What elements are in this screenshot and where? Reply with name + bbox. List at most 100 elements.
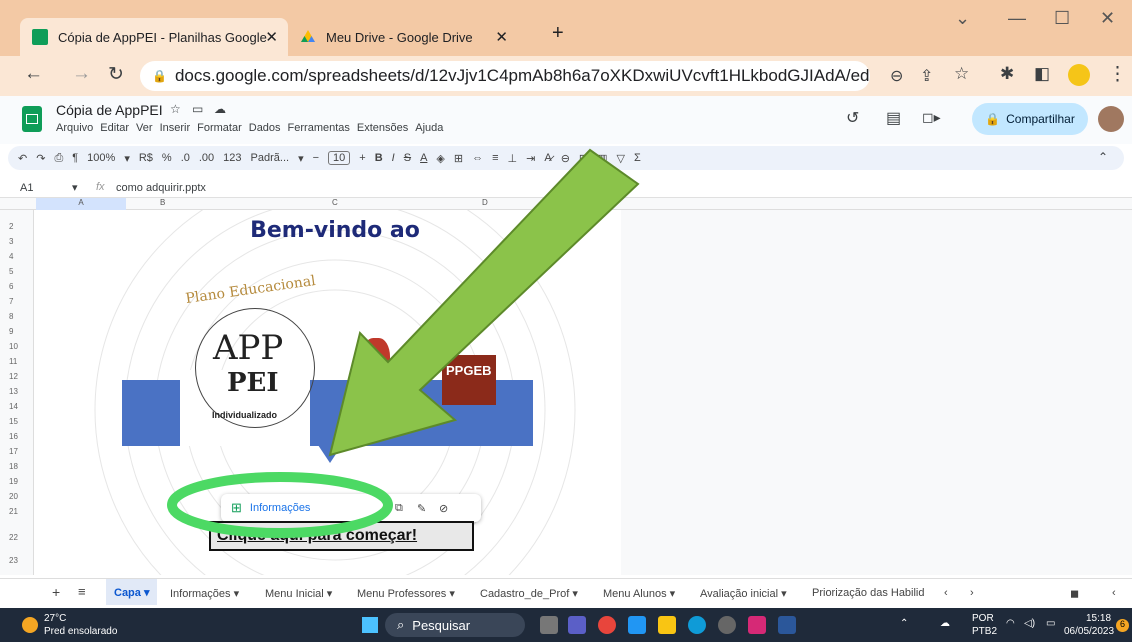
link-icon[interactable]: ⊖ xyxy=(561,152,570,165)
row-header[interactable]: 17 xyxy=(9,447,18,456)
increase-decimal-button[interactable]: .00 xyxy=(199,152,214,164)
sheet-tab-menu-inicial[interactable]: Menu Inicial ▾ xyxy=(265,587,332,600)
bold-icon[interactable]: B xyxy=(375,152,383,164)
browser-tab-sheets[interactable]: Cópia de AppPEI - Planilhas Google ✕ xyxy=(20,18,288,56)
scroll-left-icon[interactable]: ‹ xyxy=(944,587,948,599)
menu-formatar[interactable]: Formatar xyxy=(197,122,242,134)
menu-ver[interactable]: Ver xyxy=(136,122,153,134)
column-header-c[interactable]: C xyxy=(332,198,338,207)
sheets-logo-icon[interactable] xyxy=(22,106,42,132)
onedrive-icon[interactable]: ☁ xyxy=(940,618,950,629)
menu-ferramentas[interactable]: Ferramentas xyxy=(288,122,350,134)
zoom-icon[interactable]: ⊖ xyxy=(890,66,903,86)
row-header[interactable]: 14 xyxy=(9,402,18,411)
print-icon[interactable]: ⎙ xyxy=(54,152,63,165)
font-select[interactable]: Padrã... xyxy=(251,152,290,164)
tray-chevron-up-icon[interactable]: ⌃ xyxy=(900,618,908,629)
row-header[interactable]: 19 xyxy=(9,477,18,486)
sheet-tab-cadastro[interactable]: Cadastro_de_Prof ▾ xyxy=(480,587,578,600)
row-header[interactable]: 7 xyxy=(9,297,13,306)
address-bar[interactable]: 🔒 docs.google.com/spreadsheets/d/12vJjv1… xyxy=(140,61,870,91)
collapse-toolbar-icon[interactable]: ⌃ xyxy=(1098,150,1108,164)
row-header[interactable]: 22 xyxy=(9,533,18,542)
sheet-tab-menu-alunos[interactable]: Menu Alunos ▾ xyxy=(603,587,675,600)
row-header[interactable]: 13 xyxy=(9,387,18,396)
comments-icon[interactable]: ▤ xyxy=(886,108,901,128)
row-header[interactable]: 11 xyxy=(9,357,17,366)
chevron-down-icon[interactable]: ▾ xyxy=(72,181,78,194)
close-tab-icon[interactable]: ✕ xyxy=(495,28,508,46)
edit-link-icon[interactable]: ✎ xyxy=(417,502,426,515)
reload-icon[interactable]: ↻ xyxy=(108,63,124,86)
app-icon[interactable] xyxy=(628,616,646,634)
percent-button[interactable]: % xyxy=(162,152,172,164)
document-title[interactable]: Cópia de AppPEI xyxy=(56,102,163,118)
rotate-icon[interactable]: A̷ xyxy=(544,152,551,164)
sheet-tab-menu-professores[interactable]: Menu Professores ▾ xyxy=(357,587,455,600)
row-header[interactable]: 6 xyxy=(9,282,13,291)
browser-menu-icon[interactable]: ⋮ xyxy=(1108,63,1127,86)
browser-tab-drive[interactable]: Meu Drive - Google Drive ✕ xyxy=(288,18,538,56)
text-color-icon[interactable]: A xyxy=(420,152,427,164)
row-header[interactable]: 4 xyxy=(9,252,13,261)
align-icon[interactable]: ≡ xyxy=(492,152,498,164)
start-button[interactable]: Clique aqui para começar! xyxy=(209,521,474,551)
share-page-icon[interactable]: ⇪ xyxy=(920,66,933,86)
meet-icon[interactable]: ◻▸ xyxy=(922,109,941,126)
increase-font-icon[interactable]: + xyxy=(359,152,365,164)
add-sheet-icon[interactable]: + xyxy=(52,584,60,600)
copy-link-icon[interactable]: ⧉ xyxy=(395,502,403,515)
close-window-icon[interactable]: ✕ xyxy=(1100,8,1115,29)
share-button[interactable]: 🔒 Compartilhar xyxy=(972,103,1088,135)
sheet-tab-informacoes[interactable]: Informações ▾ xyxy=(170,587,239,600)
tab-search-icon[interactable]: ⌄ xyxy=(955,8,970,29)
menu-ajuda[interactable]: Ajuda xyxy=(415,122,443,134)
wifi-icon[interactable]: ◠ xyxy=(1006,618,1015,629)
row-header[interactable]: 10 xyxy=(9,342,18,351)
formula-input[interactable]: como adquirir.pptx xyxy=(116,182,206,194)
redo-icon[interactable]: ↷ xyxy=(36,152,45,165)
clock-time[interactable]: 15:18 xyxy=(1086,613,1111,624)
borders-icon[interactable]: ⊞ xyxy=(454,152,463,165)
settings-gear-icon[interactable] xyxy=(718,616,736,634)
windows-start-icon[interactable] xyxy=(362,617,378,633)
forward-icon[interactable]: → xyxy=(72,63,91,85)
version-history-icon[interactable]: ↺ xyxy=(846,108,859,128)
explore-icon[interactable]: ◼ xyxy=(1070,587,1079,600)
italic-icon[interactable]: I xyxy=(392,152,395,164)
menu-editar[interactable]: Editar xyxy=(100,122,129,134)
word-icon[interactable] xyxy=(778,616,796,634)
task-view-icon[interactable] xyxy=(540,616,558,634)
user-avatar[interactable] xyxy=(1098,106,1124,132)
fill-color-icon[interactable]: ◈ xyxy=(436,152,444,165)
paint-format-icon[interactable]: ¶ xyxy=(72,152,78,164)
move-folder-icon[interactable]: ▭ xyxy=(192,102,203,116)
row-header[interactable]: 9 xyxy=(9,327,13,336)
close-tab-icon[interactable]: ✕ xyxy=(265,28,278,46)
wrap-icon[interactable]: ⇥ xyxy=(526,152,535,165)
decrease-font-icon[interactable]: − xyxy=(313,152,319,164)
scroll-right-icon[interactable]: › xyxy=(970,587,974,599)
link-chip-label[interactable]: Informações xyxy=(250,502,311,514)
decrease-decimal-button[interactable]: .0 xyxy=(181,152,190,164)
row-header[interactable]: 2 xyxy=(9,222,13,231)
chrome-icon[interactable] xyxy=(598,616,616,634)
row-header[interactable]: 23 xyxy=(9,556,18,565)
minimize-icon[interactable]: — xyxy=(1008,8,1026,29)
row-header[interactable]: 3 xyxy=(9,237,13,246)
clock-date[interactable]: 06/05/2023 xyxy=(1064,626,1114,637)
all-sheets-icon[interactable]: ≡ xyxy=(78,584,86,599)
comment-icon[interactable]: ⊞ xyxy=(579,152,588,165)
teams-icon[interactable] xyxy=(568,616,586,634)
row-header[interactable]: 18 xyxy=(9,462,18,471)
taskbar-search-box[interactable]: ⌕ Pesquisar xyxy=(385,613,525,637)
row-header[interactable]: 20 xyxy=(9,492,18,501)
weather-sun-icon[interactable] xyxy=(22,617,38,633)
cell-reference[interactable]: A1 xyxy=(20,182,33,194)
row-header[interactable]: 12 xyxy=(9,372,18,381)
sheet-tab-avaliacao[interactable]: Avaliação inicial ▾ xyxy=(700,587,787,600)
back-icon[interactable]: ← xyxy=(24,63,43,85)
font-size-input[interactable]: 10 xyxy=(328,151,351,165)
remove-link-icon[interactable]: ⊘ xyxy=(439,502,448,515)
lang-top[interactable]: POR xyxy=(972,613,994,624)
